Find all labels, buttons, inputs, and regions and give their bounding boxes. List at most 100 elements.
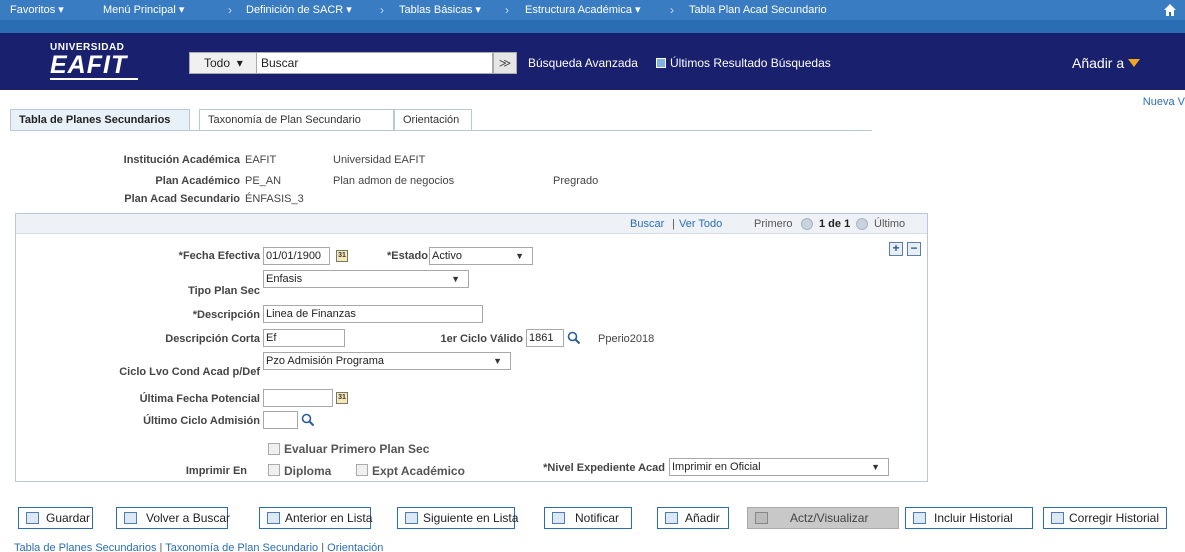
eff-date-input[interactable]: 01/01/1900 [263,247,330,265]
search-input[interactable]: Buscar [257,52,493,74]
notify-icon [552,512,565,524]
breadcrumb-separator: › [505,3,509,17]
breadcrumb-sacr[interactable]: Definición de SACR ▾ [246,0,352,20]
cycle-select[interactable]: Pzo Admisión Programa ▼ [263,352,511,370]
search-go-button[interactable]: ≫ [493,52,517,74]
last-admit-term-label: Último Ciclo Admisión [143,415,260,427]
institution-label: Institución Académica [123,154,240,166]
short-description-input[interactable]: Ef [263,329,345,347]
first-term-label: 1er Ciclo Válido [440,333,523,345]
diploma-label: Diploma [284,464,332,478]
calendar-icon[interactable]: 31 [336,392,348,404]
footer-link-secondary-plans[interactable]: Tabla de Planes Secundarios [14,542,156,552]
tab-divider [10,130,872,131]
institution-code: EAFIT [245,154,277,166]
update-icon [755,512,768,524]
advanced-search-link[interactable]: Búsqueda Avanzada [528,56,638,70]
add-icon [665,512,678,524]
update-display-button[interactable]: Actz/Visualizar [747,507,899,529]
transcript-checkbox[interactable] [356,464,368,476]
favorites-menu[interactable]: Favoritos ▾ [10,0,64,20]
status-label: *Estado [387,250,428,262]
box-header: Buscar | Ver Todo Primero 1 de 1 Último [16,214,927,234]
new-window-link[interactable]: Nueva V [1143,96,1185,108]
view-all-link[interactable]: Ver Todo [679,218,722,230]
add-to-menu[interactable]: Añadir a [1072,55,1141,71]
transcript-level-label: *Nivel Expediente Acad [543,462,665,474]
breadcrumb-separator: › [670,3,674,17]
type-label: Tipo Plan Sec [188,285,260,297]
history-icon [913,512,926,524]
search-icon[interactable] [567,331,581,345]
edit-history-icon [1051,512,1064,524]
eval-first-checkbox[interactable] [268,443,280,455]
last-date-input[interactable] [263,389,333,407]
delete-row-button[interactable]: − [907,242,921,256]
last-label: Último [874,218,906,230]
tab-taxonomy[interactable]: Taxonomía de Plan Secundario [199,109,394,131]
header-bar: UNIVERSIDAD EAFIT Todo ▾ Buscar ≫ Búsque… [0,33,1185,90]
institution-name: Universidad EAFIT [333,154,426,166]
plan-label: Plan Académico [155,175,240,187]
print-label: Imprimir En [185,465,247,477]
type-select[interactable]: Enfasis ▼ [263,270,469,288]
home-icon[interactable] [1163,3,1177,17]
status-select[interactable]: Activo ▼ [429,247,533,265]
footer-links: Tabla de Planes Secundarios | Taxonomía … [14,542,383,552]
page-info: 1 de 1 [819,218,851,230]
next-in-list-button[interactable]: Siguiente en Lista [397,507,518,529]
next-row-icon[interactable] [856,218,868,230]
find-link[interactable]: Buscar [630,218,664,230]
last-date-label: Última Fecha Potencial [139,393,260,405]
previous-in-list-button[interactable]: Anterior en Lista [259,507,372,529]
recent-search-link[interactable]: Últimos Resultado Búsquedas [656,56,831,70]
main-menu[interactable]: Menú Principal ▾ [103,0,184,20]
first-term-input[interactable]: 1861 [526,329,564,347]
last-admit-term-input[interactable] [263,411,298,429]
footer-link-taxonomy[interactable]: Taxonomía de Plan Secundario [165,542,318,552]
eff-date-label: *Fecha Efectiva [178,250,260,262]
plan-code: PE_AN [245,175,282,187]
search-icon [124,512,137,524]
search-scope-select[interactable]: Todo ▾ [189,52,257,74]
plan-name: Plan admon de negocios [333,175,455,187]
breadcrumb-separator: › [228,3,232,17]
eval-first-label: Evaluar Primero Plan Sec [284,442,430,456]
calendar-icon[interactable]: 31 [336,250,348,262]
arrow-down-icon [405,512,418,524]
university-logo: UNIVERSIDAD EAFIT [50,42,138,80]
breadcrumb-separator: › [380,3,384,17]
diploma-checkbox[interactable] [268,464,280,476]
previous-row-icon[interactable] [801,218,813,230]
tab-secondary-plans[interactable]: Tabla de Planes Secundarios [10,109,190,131]
correct-history-button[interactable]: Corregir Historial [1043,507,1167,529]
return-to-search-button[interactable]: Volver a Buscar [116,507,230,529]
save-icon [26,512,39,524]
include-history-button[interactable]: Incluir Historial [905,507,1033,529]
cycle-label: Ciclo Lvo Cond Acad p/Def [119,366,260,378]
link-separator: | [672,218,675,230]
search-icon[interactable] [301,413,315,427]
top-navigation: Favoritos ▾ Menú Principal ▾ › Definició… [0,0,1185,33]
effective-dated-box: Buscar | Ver Todo Primero 1 de 1 Último … [15,213,928,482]
chevron-down-icon [1128,59,1141,67]
short-description-label: Descripción Corta [165,333,260,345]
description-input[interactable]: Linea de Finanzas [263,305,483,323]
description-label: *Descripción [192,309,260,321]
first-term-description: Pperio2018 [598,333,655,345]
transcript-level-select[interactable]: Imprimir en Oficial ▼ [669,458,889,476]
transcript-label: Expt Académico [372,464,465,478]
notify-button[interactable]: Notificar [544,507,632,529]
add-row-button[interactable]: + [889,242,903,256]
first-label: Primero [754,218,793,230]
subplan-label: Plan Acad Secundario [124,193,240,205]
breadcrumb-current: Tabla Plan Acad Secundario [689,4,827,16]
breadcrumb-basic-tables[interactable]: Tablas Básicas ▾ [399,0,481,20]
add-button[interactable]: Añadir [657,507,729,529]
arrow-up-icon [267,512,280,524]
recent-search-icon [656,58,666,68]
save-button[interactable]: Guardar [18,507,93,529]
breadcrumb-academic-structure[interactable]: Estructura Académica ▾ [525,0,641,20]
footer-link-orientation[interactable]: Orientación [327,542,383,552]
tab-orientation[interactable]: Orientación [394,109,472,131]
